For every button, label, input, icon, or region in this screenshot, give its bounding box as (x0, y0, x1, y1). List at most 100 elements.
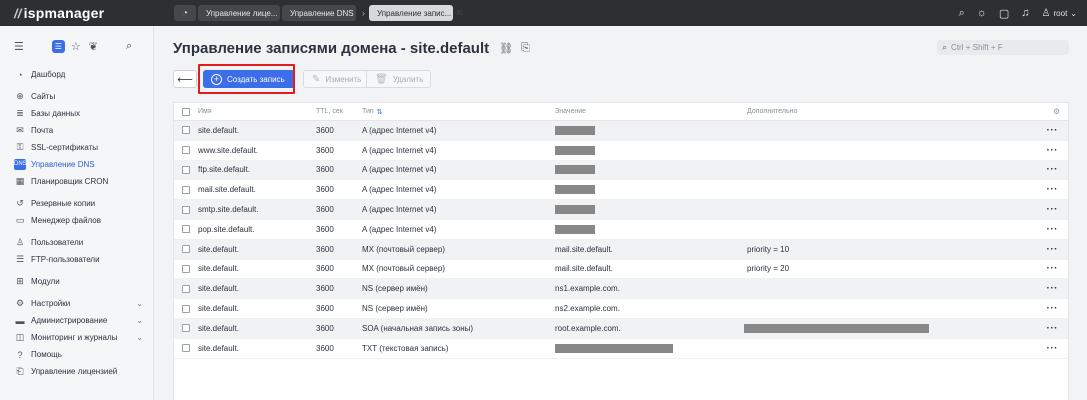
gear-icon: ⚙ (15, 298, 25, 308)
page-title-text: Управление записями домена - site.defaul… (173, 40, 490, 57)
row-menu-icon[interactable]: ··· (1047, 323, 1059, 334)
clipboard-icon[interactable]: ▢ (999, 7, 1009, 20)
close-icon[interactable]: ✕ (455, 8, 463, 19)
gear-icon[interactable]: ⚙ (1053, 107, 1060, 116)
table-row[interactable]: site.default. 3600 MX (почтовый сервер) mai… (174, 239, 1068, 260)
cell-value: root.example.com. (555, 319, 747, 338)
sidebar-item-sites[interactable]: ⊕ Сайты (0, 88, 153, 105)
table-row[interactable]: site.default. 3600 TXT (текстовая запись) ·… (174, 339, 1068, 359)
sidebar-item-users[interactable]: ♙ Пользователи (0, 234, 153, 251)
sidebar-item-modules[interactable]: ⊞ Модули (0, 273, 153, 290)
row-checkbox[interactable] (182, 165, 190, 174)
row-checkbox[interactable] (182, 264, 190, 273)
edit-button[interactable]: ✎ Изменить (303, 70, 367, 88)
tab-dns[interactable]: Управление DNS (282, 5, 356, 21)
row-menu-icon[interactable]: ··· (1047, 164, 1059, 175)
export-icon[interactable]: ⎘ (521, 42, 530, 55)
link-icon[interactable]: ⛓ (499, 42, 513, 55)
row-menu-icon[interactable]: ··· (1047, 303, 1059, 314)
redacted-value (555, 185, 595, 195)
table-row[interactable]: site.default. 3600 NS (сервер имён) ns1.exa… (174, 279, 1068, 300)
search-input[interactable] (951, 43, 1052, 52)
cell-ttl: 3600 (316, 343, 334, 353)
row-checkbox[interactable] (182, 284, 190, 293)
bell-icon[interactable]: ♫ (1021, 7, 1029, 19)
cell-extra (747, 200, 1047, 219)
row-checkbox[interactable] (182, 344, 190, 353)
theme-icon[interactable]: ☼ (977, 7, 987, 19)
table-row[interactable]: smtp.site.default. 3600 A (адрес Internet … (174, 200, 1068, 220)
sidebar-item-ftp-users[interactable]: ☰ FTP-пользователи (0, 251, 153, 268)
sidebar-item-label: FTP-пользователи (31, 255, 100, 264)
column-header-ttl[interactable]: TTL, сек (316, 108, 362, 115)
star-icon[interactable]: ☆ (71, 40, 81, 53)
delete-button[interactable]: 🗑 Удалить (367, 70, 431, 88)
row-menu-icon[interactable]: ··· (1047, 125, 1059, 136)
column-header-extra[interactable]: Дополнительно (747, 103, 1047, 120)
select-all-checkbox[interactable] (182, 107, 190, 116)
sidebar-item-file-manager[interactable]: ▭ Менеджер файлов (0, 212, 153, 229)
search-icon[interactable]: ⌕ (126, 40, 132, 53)
sidebar-item-settings[interactable]: ⚙ Настройки ⌄ (0, 295, 153, 312)
row-checkbox[interactable] (182, 185, 190, 194)
cell-ttl: 3600 (316, 165, 334, 175)
sidebar-item-cron[interactable]: ▦ Планировщик CRON (0, 173, 153, 190)
row-menu-icon[interactable]: ··· (1047, 204, 1059, 215)
row-menu-icon[interactable]: ··· (1047, 224, 1059, 235)
menu-icon[interactable]: ☰ (14, 40, 24, 53)
column-header-type[interactable]: Тип ⇅ (362, 108, 555, 116)
row-checkbox[interactable] (182, 304, 190, 313)
row-menu-icon[interactable]: ··· (1047, 283, 1059, 294)
table-row[interactable]: site.default. 3600 NS (сервер имён) ns2.exa… (174, 299, 1068, 319)
column-header-name[interactable]: Имя (198, 108, 316, 115)
sidebar-item-help[interactable]: ? Помощь (0, 346, 153, 363)
sidebar-item-administration[interactable]: ▬ Администрирование ⌄ (0, 312, 153, 329)
tab-license[interactable]: Управление лице... (198, 5, 280, 21)
create-record-button[interactable]: + Создать запись (198, 64, 295, 94)
tab-records[interactable]: Управление запис... ✕ (369, 5, 464, 21)
row-menu-icon[interactable]: ··· (1047, 145, 1059, 156)
row-menu-icon[interactable]: ··· (1047, 184, 1059, 195)
pencil-icon: ✎ (312, 73, 321, 85)
cell-extra (744, 319, 1047, 338)
sidebar-item-backups[interactable]: ↺ Резервные копии (0, 195, 153, 212)
row-menu-icon[interactable]: ··· (1047, 263, 1059, 274)
column-header-value[interactable]: Значение (555, 103, 747, 120)
row-checkbox[interactable] (182, 205, 190, 214)
list-icon[interactable]: ☰ (51, 39, 65, 53)
sidebar-item-mail[interactable]: ✉ Почта (0, 122, 153, 139)
cell-value (555, 339, 747, 358)
table-row[interactable]: site.default. 3600 A (адрес Internet v4) ··… (174, 121, 1068, 141)
logo-mark: // (14, 5, 22, 21)
chevron-down-icon: ⌄ (1070, 8, 1077, 18)
sidebar-item-dns[interactable]: DNS Управление DNS (0, 156, 153, 173)
row-checkbox[interactable] (182, 225, 190, 234)
sidebar-item-monitoring[interactable]: ◫ Мониторинг и журналы ⌄ (0, 329, 153, 346)
row-checkbox[interactable] (182, 146, 190, 155)
table-row[interactable]: www.site.default. 3600 A (адрес Internet v… (174, 141, 1068, 161)
back-button[interactable]: ⟵ (173, 70, 197, 88)
row-menu-icon[interactable]: ··· (1047, 343, 1059, 354)
table-row[interactable]: ftp.site.default. 3600 A (адрес Internet v… (174, 160, 1068, 181)
sidebar-item-license[interactable]: ⎗ Управление лицензией (0, 363, 153, 380)
table-row[interactable]: site.default. 3600 MX (почтовый сервер) mai… (174, 260, 1068, 280)
sidebar-item-dashboard[interactable]: ◔ Дашборд (0, 66, 153, 83)
table-row[interactable]: site.default. 3600 SOA (начальная запись з… (174, 318, 1068, 339)
sidebar-item-ssl[interactable]: ⚿ SSL-сертификаты (0, 139, 153, 156)
cell-type: A (адрес Internet v4) (362, 165, 437, 175)
logo[interactable]: // ispmanager (0, 5, 154, 21)
row-checkbox[interactable] (182, 245, 190, 254)
sidebar-item-label: Администрирование (31, 316, 108, 325)
user-menu[interactable]: ♙ root ⌄ (1042, 8, 1077, 19)
table-row[interactable]: pop.site.default. 3600 A (адрес Internet v… (174, 220, 1068, 240)
sidebar-item-databases[interactable]: ≣ Базы данных (0, 105, 153, 122)
search-icon[interactable]: ⌕ (959, 7, 965, 20)
row-checkbox[interactable] (182, 324, 190, 333)
leaf-icon[interactable]: ❦ (89, 40, 98, 53)
row-checkbox[interactable] (182, 126, 190, 135)
cell-name: site.default. (198, 125, 239, 135)
row-menu-icon[interactable]: ··· (1047, 244, 1059, 255)
dashboard-icon[interactable]: ◔ (174, 5, 196, 21)
sidebar-item-label: Мониторинг и журналы (31, 333, 118, 342)
table-row[interactable]: mail.site.default. 3600 A (адрес Internet … (174, 180, 1068, 201)
